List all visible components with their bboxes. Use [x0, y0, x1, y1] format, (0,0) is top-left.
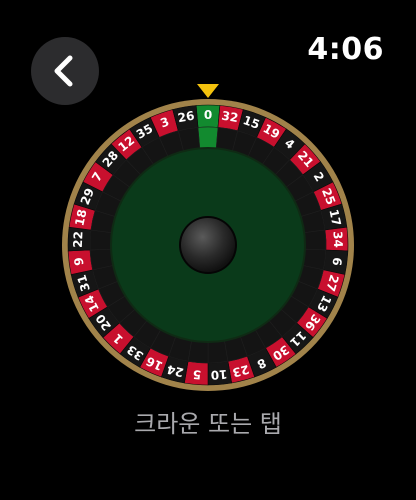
pocket-number: 10 [210, 367, 228, 382]
wheel-pocket-inner [197, 126, 219, 149]
pocket-number: 6 [329, 256, 344, 266]
triangle-down-icon [197, 84, 219, 98]
wheel-pocket-inner [89, 229, 113, 251]
pocket-number: 26 [177, 109, 196, 126]
wheel-pocket-inner [303, 229, 327, 251]
pocket-number: 9 [72, 256, 87, 266]
pocket-number: 34 [331, 231, 346, 248]
pocket-number: 5 [192, 367, 202, 382]
pocket-number: 22 [71, 231, 86, 248]
wheel-hub [181, 218, 235, 272]
pocket-number: 32 [221, 109, 240, 126]
wheel-pocket-inner [207, 340, 229, 364]
hint-text: 크라운 또는 탭 [134, 410, 282, 438]
pocket-number: 0 [204, 108, 212, 122]
